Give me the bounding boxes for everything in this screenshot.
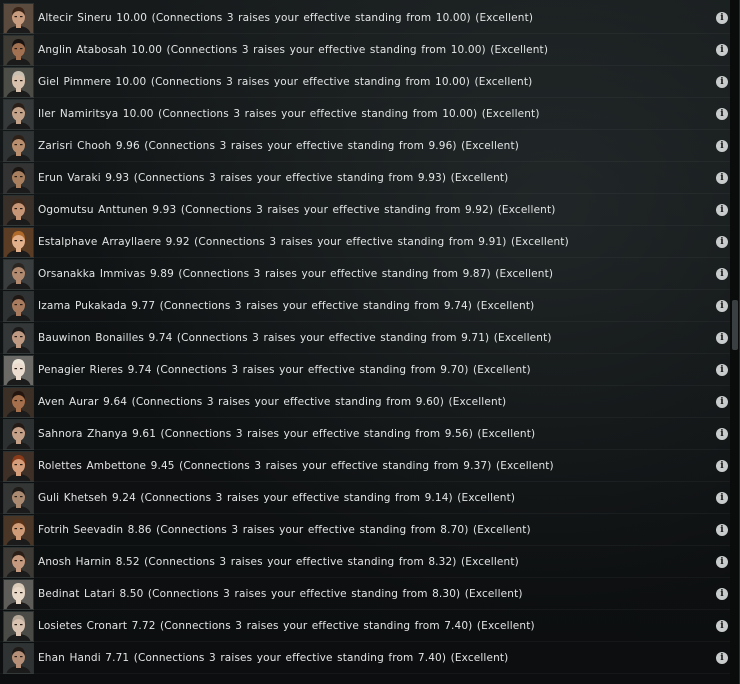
info-icon[interactable]: i [716,44,728,56]
standing-text: Ogomutsu Anttunen 9.93 (Connections 3 ra… [38,204,556,216]
standing-text: Zarisri Chooh 9.96 (Connections 3 raises… [38,140,519,152]
info-icon[interactable]: i [716,172,728,184]
info-icon[interactable]: i [716,492,728,504]
info-icon[interactable]: i [716,364,728,376]
info-icon[interactable]: i [716,300,728,312]
standing-text: Erun Varaki 9.93 (Connections 3 raises y… [38,172,509,184]
standing-row[interactable]: Sahnora Zhanya 9.61 (Connections 3 raise… [0,418,730,450]
portrait-icon[interactable] [3,418,34,450]
standing-row[interactable]: Izama Pukakada 9.77 (Connections 3 raise… [0,290,730,322]
portrait-icon[interactable] [3,162,34,194]
standing-text: Anglin Atabosah 10.00 (Connections 3 rai… [38,44,549,56]
info-icon[interactable]: i [716,12,728,24]
portrait-icon[interactable] [3,610,34,642]
info-icon[interactable]: i [716,588,728,600]
portrait-icon[interactable] [3,354,34,386]
standing-row[interactable]: Anosh Harnin 8.52 (Connections 3 raises … [0,546,730,578]
portrait-icon[interactable] [3,226,34,258]
portrait-icon[interactable] [3,386,34,418]
standing-text: Giel Pimmere 10.00 (Connections 3 raises… [38,76,533,88]
info-icon[interactable]: i [716,108,728,120]
scrollbar-thumb[interactable] [732,300,738,350]
standing-text: Izama Pukakada 9.77 (Connections 3 raise… [38,300,535,312]
standing-row[interactable]: Altecir Sineru 10.00 (Connections 3 rais… [0,2,730,34]
info-icon[interactable]: i [716,428,728,440]
portrait-icon[interactable] [3,322,34,354]
standing-text: Guli Khetseh 9.24 (Connections 3 raises … [38,492,516,504]
standing-text: Ehan Handi 7.71 (Connections 3 raises yo… [38,652,509,664]
standing-text: Altecir Sineru 10.00 (Connections 3 rais… [38,12,534,24]
standing-row[interactable]: Orsanakka Immivas 9.89 (Connections 3 ra… [0,258,730,290]
standing-row[interactable]: Aven Aurar 9.64 (Connections 3 raises yo… [0,386,730,418]
standing-row[interactable]: Iler Namiritsya 10.00 (Connections 3 rai… [0,98,730,130]
standings-list: Altecir Sineru 10.00 (Connections 3 rais… [0,2,730,674]
standing-text: Orsanakka Immivas 9.89 (Connections 3 ra… [38,268,554,280]
standing-text: Bedinat Latari 8.50 (Connections 3 raise… [38,588,523,600]
portrait-icon[interactable] [3,642,34,674]
standing-row[interactable]: Erun Varaki 9.93 (Connections 3 raises y… [0,162,730,194]
scrollbar[interactable] [730,0,739,684]
portrait-icon[interactable] [3,194,34,226]
standing-row[interactable]: Bauwinon Bonailles 9.74 (Connections 3 r… [0,322,730,354]
info-icon[interactable]: i [716,332,728,344]
portrait-icon[interactable] [3,258,34,290]
standings-panel: Altecir Sineru 10.00 (Connections 3 rais… [0,0,740,684]
standing-row[interactable]: Ehan Handi 7.71 (Connections 3 raises yo… [0,642,730,674]
info-icon[interactable]: i [716,236,728,248]
standing-row[interactable]: Ogomutsu Anttunen 9.93 (Connections 3 ra… [0,194,730,226]
standing-text: Fotrih Seevadin 8.86 (Connections 3 rais… [38,524,531,536]
standing-text: Iler Namiritsya 10.00 (Connections 3 rai… [38,108,540,120]
standing-row[interactable]: Rolettes Ambettone 9.45 (Connections 3 r… [0,450,730,482]
standing-text: Penagier Rieres 9.74 (Connections 3 rais… [38,364,531,376]
info-icon[interactable]: i [716,652,728,664]
standing-text: Rolettes Ambettone 9.45 (Connections 3 r… [38,460,554,472]
portrait-icon[interactable] [3,546,34,578]
standing-text: Losietes Cronart 7.72 (Connections 3 rai… [38,620,535,632]
info-icon[interactable]: i [716,268,728,280]
standing-row[interactable]: Bedinat Latari 8.50 (Connections 3 raise… [0,578,730,610]
portrait-icon[interactable] [3,482,34,514]
standing-row[interactable]: Giel Pimmere 10.00 (Connections 3 raises… [0,66,730,98]
standing-row[interactable]: Zarisri Chooh 9.96 (Connections 3 raises… [0,130,730,162]
portrait-icon[interactable] [3,290,34,322]
info-icon[interactable]: i [716,76,728,88]
portrait-icon[interactable] [3,2,34,34]
standing-text: Sahnora Zhanya 9.61 (Connections 3 raise… [38,428,536,440]
info-icon[interactable]: i [716,204,728,216]
portrait-icon[interactable] [3,514,34,546]
portrait-icon[interactable] [3,66,34,98]
standing-text: Aven Aurar 9.64 (Connections 3 raises yo… [38,396,507,408]
portrait-icon[interactable] [3,130,34,162]
info-icon[interactable]: i [716,396,728,408]
standing-row[interactable]: Penagier Rieres 9.74 (Connections 3 rais… [0,354,730,386]
portrait-icon[interactable] [3,34,34,66]
standing-row[interactable]: Losietes Cronart 7.72 (Connections 3 rai… [0,610,730,642]
standing-text: Estalphave Arrayllaere 9.92 (Connections… [38,236,569,248]
standing-row[interactable]: Anglin Atabosah 10.00 (Connections 3 rai… [0,34,730,66]
portrait-icon[interactable] [3,98,34,130]
info-icon[interactable]: i [716,460,728,472]
standing-row[interactable]: Estalphave Arrayllaere 9.92 (Connections… [0,226,730,258]
standing-row[interactable]: Guli Khetseh 9.24 (Connections 3 raises … [0,482,730,514]
standing-text: Bauwinon Bonailles 9.74 (Connections 3 r… [38,332,552,344]
standing-text: Anosh Harnin 8.52 (Connections 3 raises … [38,556,519,568]
info-icon[interactable]: i [716,140,728,152]
info-icon[interactable]: i [716,620,728,632]
info-icon[interactable]: i [716,556,728,568]
standing-row[interactable]: Fotrih Seevadin 8.86 (Connections 3 rais… [0,514,730,546]
portrait-icon[interactable] [3,578,34,610]
portrait-icon[interactable] [3,450,34,482]
info-icon[interactable]: i [716,524,728,536]
